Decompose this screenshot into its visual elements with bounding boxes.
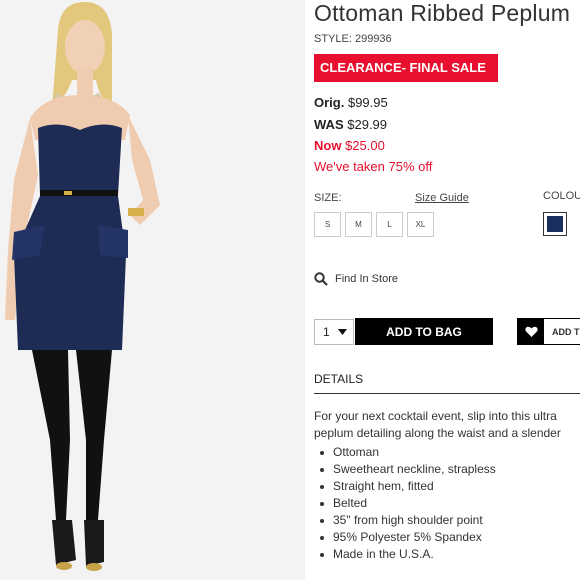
now-price-row: Now $25.00	[314, 138, 385, 153]
style-number: STYLE: 299936	[314, 33, 392, 45]
bullet-item: Straight hem, fitted	[314, 478, 496, 495]
details-description: For your next cocktail event, slip into …	[314, 408, 580, 442]
product-photo	[0, 0, 305, 580]
bullet-item: Ottoman	[314, 444, 496, 461]
swatch-fill	[547, 216, 563, 232]
wishlist-label: ADD T	[552, 326, 580, 337]
quantity-select[interactable]: 1	[314, 319, 354, 345]
caret-down-icon	[337, 329, 347, 335]
model-illustration	[5, 2, 160, 571]
description-line: For your next cocktail event, slip into …	[314, 409, 557, 423]
size-options: S M L XL	[314, 212, 434, 237]
discount-text: We've taken 75% off	[314, 159, 433, 174]
colour-swatch-navy[interactable]	[543, 212, 567, 236]
details-divider	[314, 393, 580, 394]
find-in-store-label: Find In Store	[335, 273, 398, 285]
was-price: $29.99	[347, 117, 388, 132]
was-label: WAS	[314, 117, 344, 132]
orig-price: $99.95	[347, 95, 388, 110]
bullet-item: 95% Polyester 5% Spandex	[314, 529, 496, 546]
quantity-value: 1	[323, 325, 330, 339]
clearance-badge: CLEARANCE- FINAL SALE	[314, 54, 498, 82]
product-title: Ottoman Ribbed Peplum	[314, 0, 571, 26]
size-label: SIZE:	[314, 192, 342, 204]
now-label: Now	[314, 138, 342, 153]
colour-label: COLOUR	[543, 190, 580, 202]
size-option-m[interactable]: M	[345, 212, 372, 237]
was-price-row: WAS $29.99	[314, 117, 387, 132]
details-heading[interactable]: DETAILS	[314, 372, 363, 386]
product-info-panel: Ottoman Ribbed Peplum STYLE: 299936 CLEA…	[314, 0, 580, 580]
description-line: peplum detailing along the waist and a s…	[314, 426, 561, 440]
size-option-s[interactable]: S	[314, 212, 341, 237]
now-price: $25.00	[345, 138, 385, 153]
size-guide-link[interactable]: Size Guide	[415, 192, 469, 204]
add-to-bag-button[interactable]: ADD TO BAG	[355, 318, 493, 345]
orig-label: Orig.	[314, 95, 345, 110]
find-in-store-link[interactable]: Find In Store	[314, 272, 398, 286]
original-price-row: Orig. $99.95	[314, 95, 388, 110]
bullet-item: Made in the U.S.A.	[314, 546, 496, 563]
size-option-xl[interactable]: XL	[407, 212, 434, 237]
search-icon	[314, 272, 328, 286]
bullet-item: Belted	[314, 495, 496, 512]
size-option-l[interactable]: L	[376, 212, 403, 237]
heart-icon	[518, 319, 544, 344]
add-to-wishlist-button[interactable]: ADD T	[517, 318, 580, 345]
bullet-item: Sweetheart neckline, strapless	[314, 461, 496, 478]
bullet-item: 35" from high shoulder point	[314, 512, 496, 529]
details-bullet-list: Ottoman Sweetheart neckline, strapless S…	[314, 444, 496, 563]
